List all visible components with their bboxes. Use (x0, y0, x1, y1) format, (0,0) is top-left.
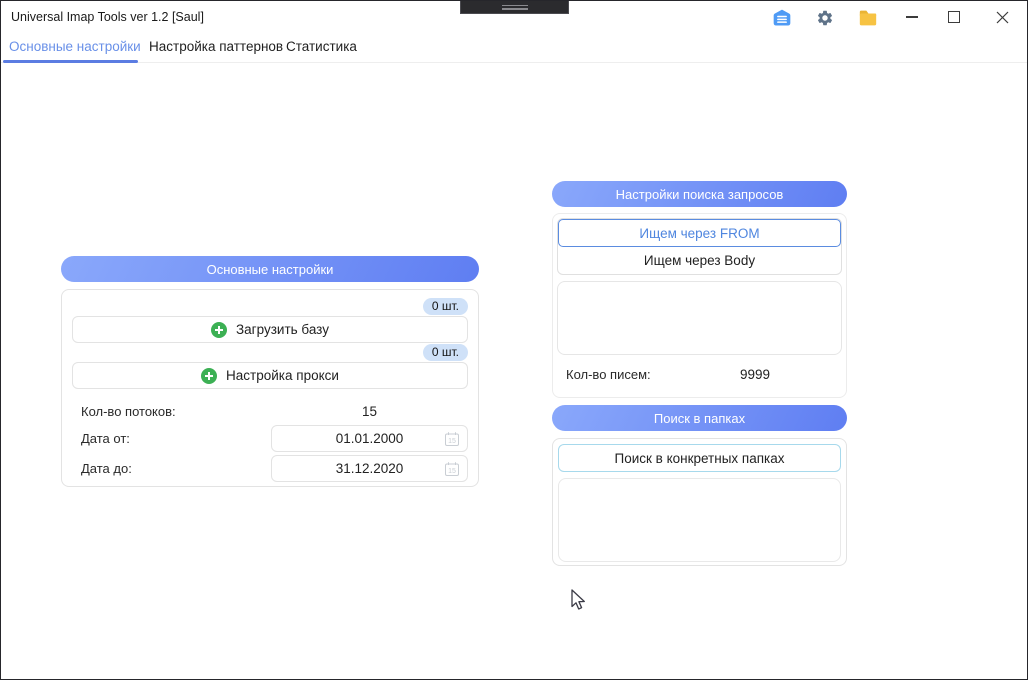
letters-count-row: Кол-во писем: 9999 (557, 355, 842, 393)
proxy-count-badge: 0 шт. (423, 344, 468, 361)
close-button[interactable] (991, 7, 1013, 27)
tab-main-settings[interactable]: Основные настройки (9, 33, 141, 63)
date-from-value: 01.01.2000 (336, 431, 404, 446)
search-mode-toggle: Ищем через FROM Ищем через Body (557, 218, 842, 275)
search-query-textarea[interactable] (557, 281, 842, 355)
close-icon (996, 11, 1009, 24)
threads-label: Кол-во потоков: (81, 404, 271, 419)
maximize-button[interactable] (943, 7, 965, 27)
window-title: Universal Imap Tools ver 1.2 [Saul] (11, 1, 204, 33)
tab-patterns[interactable]: Настройка паттернов (149, 33, 283, 63)
minimize-icon (906, 16, 918, 17)
threads-row: Кол-во потоков: 15 (72, 401, 468, 421)
search-settings-card: Ищем через FROM Ищем через Body Кол-во п… (552, 213, 847, 398)
proxy-settings-button[interactable]: Настройка прокси (72, 362, 468, 389)
gear-icon[interactable] (815, 8, 835, 28)
specific-folders-button[interactable]: Поиск в конкретных папках (558, 444, 841, 472)
gear-icon-glyph (816, 9, 834, 27)
load-base-button-label: Загрузить базу (236, 322, 329, 337)
base-count-badge-row: 0 шт. (72, 298, 468, 315)
calendar-icon: 15 (444, 461, 460, 477)
active-tab-underline (3, 60, 138, 63)
main-settings-card: 0 шт. Загрузить базу 0 шт. Настройка про… (61, 289, 479, 487)
snap-widget-handle-line (502, 5, 528, 7)
search-body-button[interactable]: Ищем через Body (558, 247, 841, 274)
date-from-input[interactable]: 01.01.2000 15 (271, 425, 468, 452)
search-settings-header: Настройки поиска запросов (552, 181, 847, 207)
proxy-count-badge-row: 0 шт. (72, 344, 468, 361)
folders-list-box[interactable] (558, 478, 841, 562)
folder-search-card: Поиск в конкретных папках (552, 438, 847, 566)
svg-text:15: 15 (448, 438, 456, 445)
svg-text:15: 15 (448, 468, 456, 475)
snap-widget[interactable] (460, 1, 569, 14)
date-from-label: Дата от: (81, 431, 271, 446)
calendar-icon: 15 (444, 431, 460, 447)
tab-bar: Основные настройки Настройка паттернов С… (1, 33, 1027, 63)
titlebar: Universal Imap Tools ver 1.2 [Saul] (1, 1, 1027, 33)
plus-icon (201, 368, 217, 384)
date-to-input[interactable]: 31.12.2020 15 (271, 455, 468, 482)
letters-count-field[interactable]: 9999 (680, 367, 830, 382)
mail-icon[interactable] (772, 8, 792, 28)
threads-count-field[interactable]: 15 (271, 404, 468, 419)
folder-icon-glyph (858, 9, 878, 27)
date-to-label: Дата до: (81, 461, 271, 476)
date-to-value: 31.12.2020 (336, 461, 404, 476)
minimize-button[interactable] (901, 7, 923, 27)
proxy-settings-button-label: Настройка прокси (226, 368, 339, 383)
base-count-badge: 0 шт. (423, 298, 468, 315)
snap-widget-handle-line (502, 8, 528, 10)
mouse-cursor (569, 589, 589, 613)
date-from-row: Дата от: 01.01.2000 15 (72, 425, 468, 452)
maximize-icon (948, 11, 960, 23)
tab-statistics[interactable]: Статистика (286, 33, 357, 63)
letters-count-label: Кол-во писем: (566, 367, 680, 382)
search-from-button[interactable]: Ищем через FROM (558, 219, 841, 247)
date-to-row: Дата до: 31.12.2020 15 (72, 455, 468, 482)
app-window: Universal Imap Tools ver 1.2 [Saul] (0, 0, 1028, 680)
main-settings-header: Основные настройки (61, 256, 479, 282)
folder-search-header: Поиск в папках (552, 405, 847, 431)
load-base-button[interactable]: Загрузить базу (72, 316, 468, 343)
mail-icon-glyph (772, 8, 792, 28)
plus-icon (211, 322, 227, 338)
folder-icon[interactable] (858, 8, 878, 28)
